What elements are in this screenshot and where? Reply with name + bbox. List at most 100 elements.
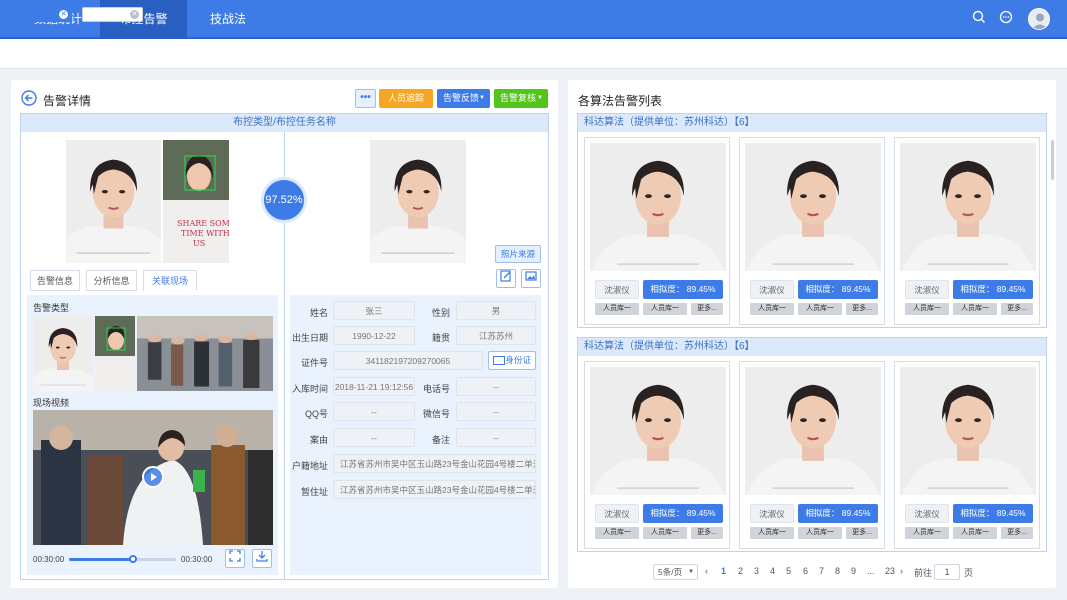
download-icon[interactable] <box>252 549 272 568</box>
library-face-photo[interactable] <box>370 140 466 263</box>
similarity-badge: 97.52% <box>261 177 307 223</box>
page-size-select[interactable]: 5条/页 ▼ <box>653 564 698 580</box>
native-place-value: 江苏苏州 <box>456 326 536 345</box>
alarm-type-label: 告警类型 <box>33 303 70 313</box>
card-library-tag[interactable]: 人员库一 <box>595 527 639 539</box>
card-face-photo[interactable] <box>900 143 1036 271</box>
filter-chip-active[interactable]: ✕ <box>11 7 72 22</box>
card-face-photo[interactable] <box>590 143 726 271</box>
filter-bar <box>0 39 1067 69</box>
task-title-bar: 布控类型/布控任务名称 <box>21 114 548 132</box>
page-number[interactable]: 23 <box>885 566 895 576</box>
alarm-feedback-button[interactable]: 告警反馈 ▼ <box>437 89 490 108</box>
card-face-photo[interactable] <box>900 367 1036 495</box>
id-card-button-label: 身份证 <box>505 355 531 365</box>
card-library-tag[interactable]: 人员库一 <box>905 303 949 315</box>
card-more-button[interactable]: 更多... <box>846 303 878 315</box>
page-number[interactable]: 3 <box>754 566 759 576</box>
svg-text:US: US <box>193 239 205 248</box>
card-library-tag[interactable]: 人员库一 <box>798 527 842 539</box>
card-library-tag[interactable]: 人员库一 <box>643 303 687 315</box>
card-face-photo[interactable] <box>745 367 881 495</box>
page-number[interactable]: 5 <box>786 566 791 576</box>
person-track-button[interactable]: 人员追踪 <box>379 89 433 108</box>
card-library-tag[interactable]: 人员库一 <box>643 527 687 539</box>
chat-icon[interactable] <box>997 10 1015 28</box>
prev-page-icon[interactable]: ‹ <box>705 566 708 576</box>
alarm-type-face[interactable] <box>33 316 93 391</box>
page-number[interactable]: 4 <box>770 566 775 576</box>
goto-page-input[interactable]: 1 <box>934 564 960 580</box>
search-icon[interactable] <box>970 10 988 28</box>
filter-chip[interactable]: ✕ <box>82 7 143 22</box>
card-face-photo[interactable] <box>745 143 881 271</box>
scrollbar[interactable] <box>1051 140 1054 180</box>
card-library-tag[interactable]: 人员库一 <box>905 527 949 539</box>
more-button[interactable]: ••• <box>355 89 376 108</box>
card-library-tag[interactable]: 人员库一 <box>750 527 794 539</box>
scene-video[interactable] <box>33 410 273 545</box>
temp-address-value: 江苏省苏州市吴中区玉山路23号金山花园4号楼二单元... <box>333 480 536 499</box>
close-icon[interactable]: ✕ <box>130 10 139 19</box>
play-icon[interactable] <box>142 466 164 488</box>
household-address-label: 户籍地址 <box>291 461 328 471</box>
image-icon[interactable] <box>521 269 541 288</box>
page-number[interactable]: 8 <box>835 566 840 576</box>
alarm-card[interactable]: 沈淑仪 相拟度： 89.45% 人员库一 人员库一 更多... <box>894 137 1040 325</box>
page-size-value: 5条/页 <box>658 567 683 577</box>
card-more-button[interactable]: 更多... <box>691 303 723 315</box>
algorithm-group-1-title: 科达算法（提供单位：苏州科达）【6】 <box>578 114 1046 132</box>
goto-suffix: 页 <box>964 568 974 578</box>
page-number[interactable]: 2 <box>738 566 743 576</box>
card-library-tag[interactable]: 人员库一 <box>750 303 794 315</box>
alarm-feedback-label: 告警反馈 <box>443 93 480 103</box>
video-time-start: 00:30:00 <box>33 555 65 564</box>
card-more-button[interactable]: 更多... <box>1001 303 1033 315</box>
page-number[interactable]: 7 <box>819 566 824 576</box>
tab-analysis-info[interactable]: 分析信息 <box>86 270 137 291</box>
alarm-card[interactable]: 沈淑仪 相拟度： 89.45% 人员库一 人员库一 更多... <box>739 137 885 325</box>
card-similarity: 相拟度： 89.45% <box>953 280 1033 299</box>
alarm-review-button[interactable]: 告警复核 ▼ <box>494 89 548 108</box>
alarm-review-label: 告警复核 <box>500 93 537 103</box>
fullscreen-icon[interactable] <box>225 549 245 568</box>
page-number[interactable]: 9 <box>851 566 856 576</box>
card-library-tag[interactable]: 人员库一 <box>953 303 997 315</box>
native-place-label: 籍贯 <box>431 333 450 343</box>
dob-label: 出生日期 <box>291 333 328 343</box>
page-number[interactable]: 1 <box>721 566 726 576</box>
nav-item-tactics[interactable]: 技战法 <box>187 0 269 39</box>
tab-related-scene[interactable]: 关联现场 <box>143 270 197 291</box>
card-library-tag[interactable]: 人员库一 <box>798 303 842 315</box>
next-page-icon[interactable]: › <box>900 566 903 576</box>
card-face-photo[interactable] <box>590 367 726 495</box>
alarm-type-scene-crop[interactable] <box>95 316 135 391</box>
scene-photo[interactable]: SHARE SOME TIME WITH US <box>163 140 229 263</box>
alarm-card[interactable]: 沈淑仪 相拟度： 89.45% 人员库一 人员库一 更多... <box>584 137 730 325</box>
card-more-button[interactable]: 更多... <box>846 527 878 539</box>
video-progress-track[interactable] <box>69 558 176 561</box>
card-more-button[interactable]: 更多... <box>691 527 723 539</box>
capture-face-photo[interactable] <box>66 140 161 263</box>
alarm-card[interactable]: 沈淑仪 相拟度： 89.45% 人员库一 人员库一 更多... <box>584 361 730 549</box>
alarm-type-street-photo[interactable] <box>137 316 273 391</box>
card-person-name: 沈淑仪 <box>595 280 639 299</box>
card-library-tag[interactable]: 人员库一 <box>953 527 997 539</box>
algorithm-group-2-title: 科达算法（提供单位：苏州科达）【6】 <box>578 338 1046 356</box>
edit-icon[interactable] <box>496 269 516 288</box>
alarm-card[interactable]: 沈淑仪 相拟度： 89.45% 人员库一 人员库一 更多... <box>739 361 885 549</box>
close-icon[interactable]: ✕ <box>59 10 68 19</box>
name-label: 姓名 <box>309 308 328 318</box>
page-number[interactable]: ... <box>867 566 875 576</box>
card-similarity: 相拟度： 89.45% <box>953 504 1033 523</box>
card-library-tag[interactable]: 人员库一 <box>595 303 639 315</box>
user-avatar[interactable] <box>1028 8 1050 30</box>
id-number-value: 341182197209270065 <box>333 351 483 370</box>
page-number[interactable]: 6 <box>803 566 808 576</box>
tab-alarm-info[interactable]: 告警信息 <box>30 270 80 291</box>
alarm-card[interactable]: 沈淑仪 相拟度： 89.45% 人员库一 人员库一 更多... <box>894 361 1040 549</box>
card-more-button[interactable]: 更多... <box>1001 527 1033 539</box>
photo-source-button[interactable]: 照片来源 <box>495 245 541 263</box>
back-arrow-icon[interactable] <box>21 90 37 106</box>
id-card-button[interactable]: 身份证 <box>488 351 536 370</box>
